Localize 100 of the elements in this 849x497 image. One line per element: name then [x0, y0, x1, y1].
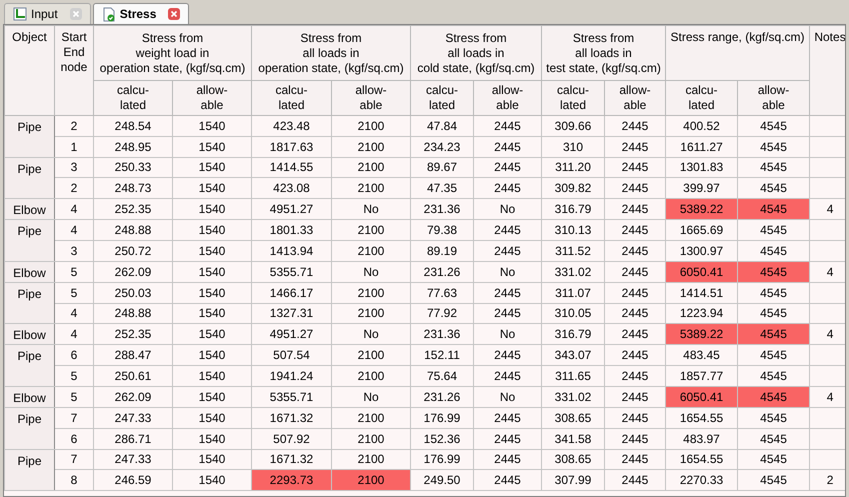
table-cell: 250.61	[94, 366, 172, 386]
table-cell: 250.72	[94, 240, 172, 262]
table-cell: 4545	[738, 449, 810, 470]
table-cell: 4545	[738, 136, 810, 158]
table-cell: 1540	[172, 178, 252, 199]
table-cell: 1540	[172, 240, 252, 262]
table-cell: 2445	[604, 344, 666, 366]
table-cell: 4	[54, 198, 94, 220]
table-cell: 2445	[474, 157, 542, 178]
table-cell: 1540	[172, 386, 252, 408]
table-cell: 7	[54, 407, 94, 428]
column-header: calcu- lated	[666, 80, 738, 116]
table-cell: Pipe	[4, 116, 54, 158]
table-cell: 1857.77	[666, 366, 738, 386]
column-header: Stress from all loads in cold state, (kgf/sq.cm)	[410, 26, 542, 80]
table-cell: No	[332, 198, 410, 220]
table-cell: 3	[54, 157, 94, 178]
document-check-icon	[102, 6, 116, 22]
table-cell: 262.09	[94, 261, 172, 282]
table-cell: 2445	[474, 407, 542, 428]
table-cell: 1941.24	[252, 366, 332, 386]
tab[interactable]: Input	[4, 3, 91, 24]
table-cell: 4545	[738, 386, 810, 408]
table-cell: 248.88	[94, 303, 172, 324]
table-cell: 4951.27	[252, 198, 332, 220]
column-header: allow- able	[738, 80, 810, 116]
table-cell: 2100	[332, 407, 410, 428]
table-cell: 2445	[474, 366, 542, 386]
table-cell: 2445	[474, 282, 542, 304]
table-cell: 2100	[332, 428, 410, 450]
table-cell: 308.65	[542, 407, 604, 428]
tab[interactable]: Stress	[92, 3, 190, 24]
table-cell: 307.99	[542, 470, 604, 491]
table-cell: 152.36	[410, 428, 474, 450]
table-cell: No	[474, 198, 542, 220]
table-cell: 423.48	[252, 116, 332, 136]
table-cell: 2100	[332, 470, 410, 491]
table-cell: 231.26	[410, 261, 474, 282]
table-cell: 5	[54, 282, 94, 304]
table-cell: 4951.27	[252, 324, 332, 345]
column-header: calcu- lated	[410, 80, 474, 116]
table-cell: No	[474, 324, 542, 345]
table-cell: 331.02	[542, 261, 604, 282]
column-header: Stress from weight load in operation state, (kgf/sq.cm)	[94, 26, 252, 80]
table-cell: Pipe	[4, 157, 54, 199]
table-cell: 2445	[604, 157, 666, 178]
table-cell: 483.97	[666, 428, 738, 450]
table-cell: 2445	[474, 344, 542, 366]
table-cell: 311.52	[542, 240, 604, 262]
table-cell: 1540	[172, 470, 252, 491]
table-cell: 2	[54, 116, 94, 136]
table-cell: 6	[54, 428, 94, 450]
table-cell: 5	[54, 261, 94, 282]
table-cell: 2100	[332, 157, 410, 178]
table-cell: 2100	[332, 220, 410, 240]
table-cell: 6	[54, 344, 94, 366]
table-cell: 2445	[474, 220, 542, 240]
table-cell: 4545	[738, 428, 810, 450]
table-cell: 252.35	[94, 198, 172, 220]
table-cell: 2445	[604, 428, 666, 450]
table-cell: 1414.55	[252, 157, 332, 178]
table-cell: 1540	[172, 449, 252, 470]
table-cell: 1540	[172, 220, 252, 240]
table-cell: 288.47	[94, 344, 172, 366]
column-header: Notes	[810, 26, 845, 116]
table-cell: 250.03	[94, 282, 172, 304]
table-cell: 2100	[332, 116, 410, 136]
table-cell: 343.07	[542, 344, 604, 366]
table-cell: 248.54	[94, 116, 172, 136]
table-cell: 4545	[738, 407, 810, 428]
table-cell: 6050.41	[666, 386, 738, 408]
table-cell: 507.92	[252, 428, 332, 450]
table-cell: 2445	[604, 136, 666, 158]
table-cell: 89.19	[410, 240, 474, 262]
table-cell: 1540	[172, 198, 252, 220]
table-cell: 1540	[172, 261, 252, 282]
table-cell: 5389.22	[666, 198, 738, 220]
table-cell: 247.33	[94, 407, 172, 428]
column-header: allow- able	[172, 80, 252, 116]
table-cell: 507.54	[252, 344, 332, 366]
table-cell: 1540	[172, 428, 252, 450]
table-cell: 2445	[474, 178, 542, 199]
table-cell: No	[474, 386, 542, 408]
table-cell: Pipe	[4, 344, 54, 386]
table-cell: 311.65	[542, 366, 604, 386]
table-cell: 309.82	[542, 178, 604, 199]
table-cell: 231.26	[410, 386, 474, 408]
close-icon[interactable]	[168, 8, 180, 20]
table-cell: 47.84	[410, 116, 474, 136]
table-cell: 248.95	[94, 136, 172, 158]
table-cell: No	[474, 261, 542, 282]
column-header: calcu- lated	[94, 80, 172, 116]
table-cell: 249.50	[410, 470, 474, 491]
table-cell: 2445	[604, 282, 666, 304]
table-cell: Pipe	[4, 407, 54, 450]
table-cell: 2445	[604, 407, 666, 428]
table-cell: 1540	[172, 136, 252, 158]
table-cell: 2445	[474, 136, 542, 158]
column-header: calcu- lated	[542, 80, 604, 116]
table-cell: 4545	[738, 198, 810, 220]
